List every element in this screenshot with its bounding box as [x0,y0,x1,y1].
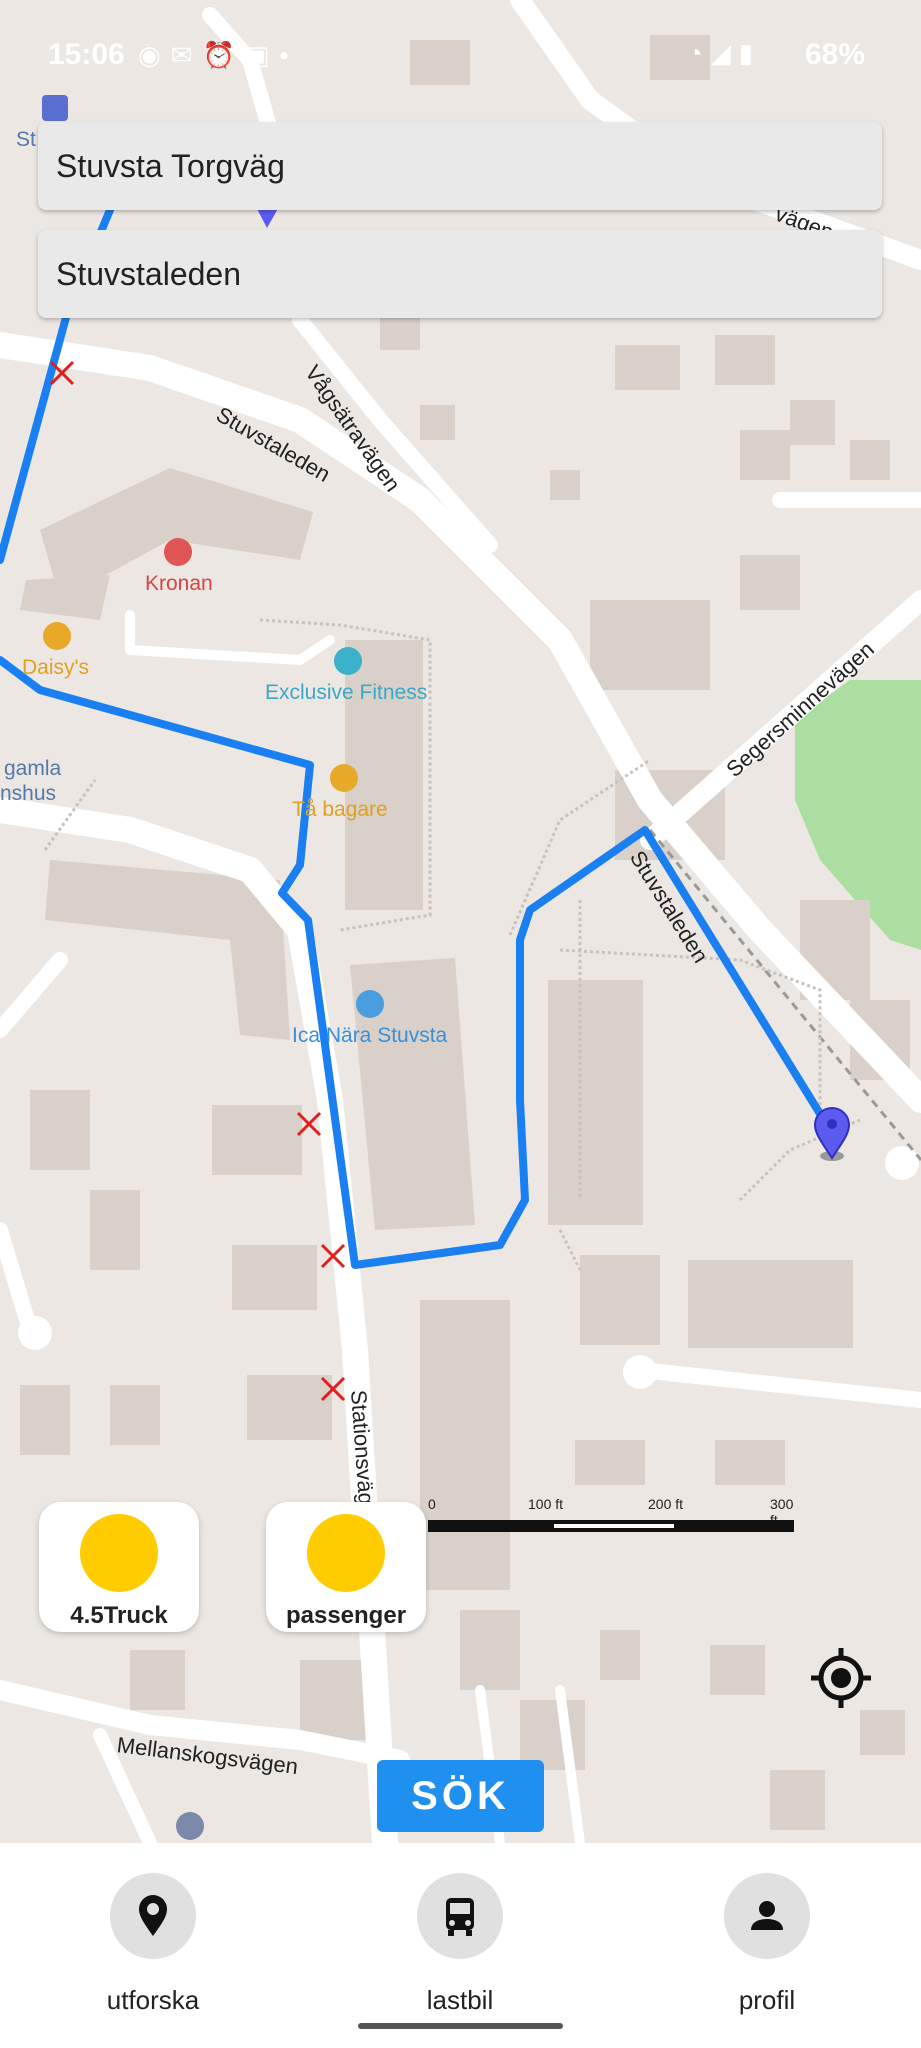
vehicle-status-dot [307,1514,385,1592]
discord-icon: ◉ [138,40,171,70]
poi-label-ica[interactable]: Ica Nära Stuvsta [292,1024,447,1048]
notification-icons: ◉✉⏰▣• [138,40,299,71]
poi-label-exclusive-fitness[interactable]: Exclusive Fitness [265,681,427,705]
poi-label-st[interactable]: St [16,128,36,152]
vehicle-option-passenger[interactable]: passenger [266,1502,426,1632]
nav-label: profil [738,1985,796,2015]
system-icons: ◔◢▮ [687,38,761,69]
nav-item-utforska[interactable]: utforska [53,1873,253,2023]
dot-icon: • [279,40,299,70]
vehicle-status-dot [80,1514,158,1592]
nav-label: utforska [106,1985,200,2015]
daisys-icon [43,622,71,650]
poi-label-gamla[interactable]: gamla [4,757,61,781]
scale-label-100: 100 ft [528,1496,564,1512]
my-location-button[interactable] [810,1647,872,1709]
church-icon [176,1812,204,1840]
person-icon [751,1901,783,1930]
bottom-navigation: utforska lastbil profil [0,1843,921,2048]
vehicle-option-truck[interactable]: 4.5Truck [39,1502,199,1632]
home-indicator[interactable] [358,2023,563,2029]
photo-icon: ▣ [244,40,280,70]
search-button[interactable]: SÖK [377,1760,544,1832]
status-bar: 15:06 ◉✉⏰▣• ◔◢▮ 68% [0,0,921,110]
bakery-icon [330,764,358,792]
bus-icon [446,1898,474,1936]
origin-input[interactable] [38,122,882,210]
vehicle-label: passenger [285,1602,407,1629]
poi-label-kronan[interactable]: Kronan [145,572,213,596]
scale-label-200: 200 ft [648,1496,684,1512]
battery-icon: ▮ [738,38,761,68]
location-pin-icon [139,1895,167,1936]
scale-bar-line [428,1520,794,1532]
signal-icon: ◢ [710,38,739,68]
vehicle-label: 4.5Truck [70,1602,168,1629]
scale-label-0: 0 [428,1496,436,1512]
kronan-icon [164,538,192,566]
crosshair-icon [811,1648,871,1708]
battery-percent: 68% [804,38,865,71]
nav-item-profil[interactable]: profil [667,1873,867,2023]
poi-label-nshus[interactable]: nshus [0,782,56,806]
gmail-icon: ✉ [170,40,203,70]
nav-item-lastbil[interactable]: lastbil [360,1873,560,2023]
destination-input[interactable] [38,230,882,318]
poi-label-ta-bagare[interactable]: Tå bagare [292,798,388,822]
fitness-icon [334,647,362,675]
grocery-icon [356,990,384,1018]
alarm-icon: ⏰ [202,40,245,70]
wifi-icon: ◔ [686,38,711,68]
poi-label-daisys[interactable]: Daisy's [22,656,89,680]
status-time: 15:06 [48,38,125,71]
map-scale-bar: 0 100 ft 200 ft 300 ft [428,1492,794,1532]
nav-label: lastbil [426,1985,494,2015]
